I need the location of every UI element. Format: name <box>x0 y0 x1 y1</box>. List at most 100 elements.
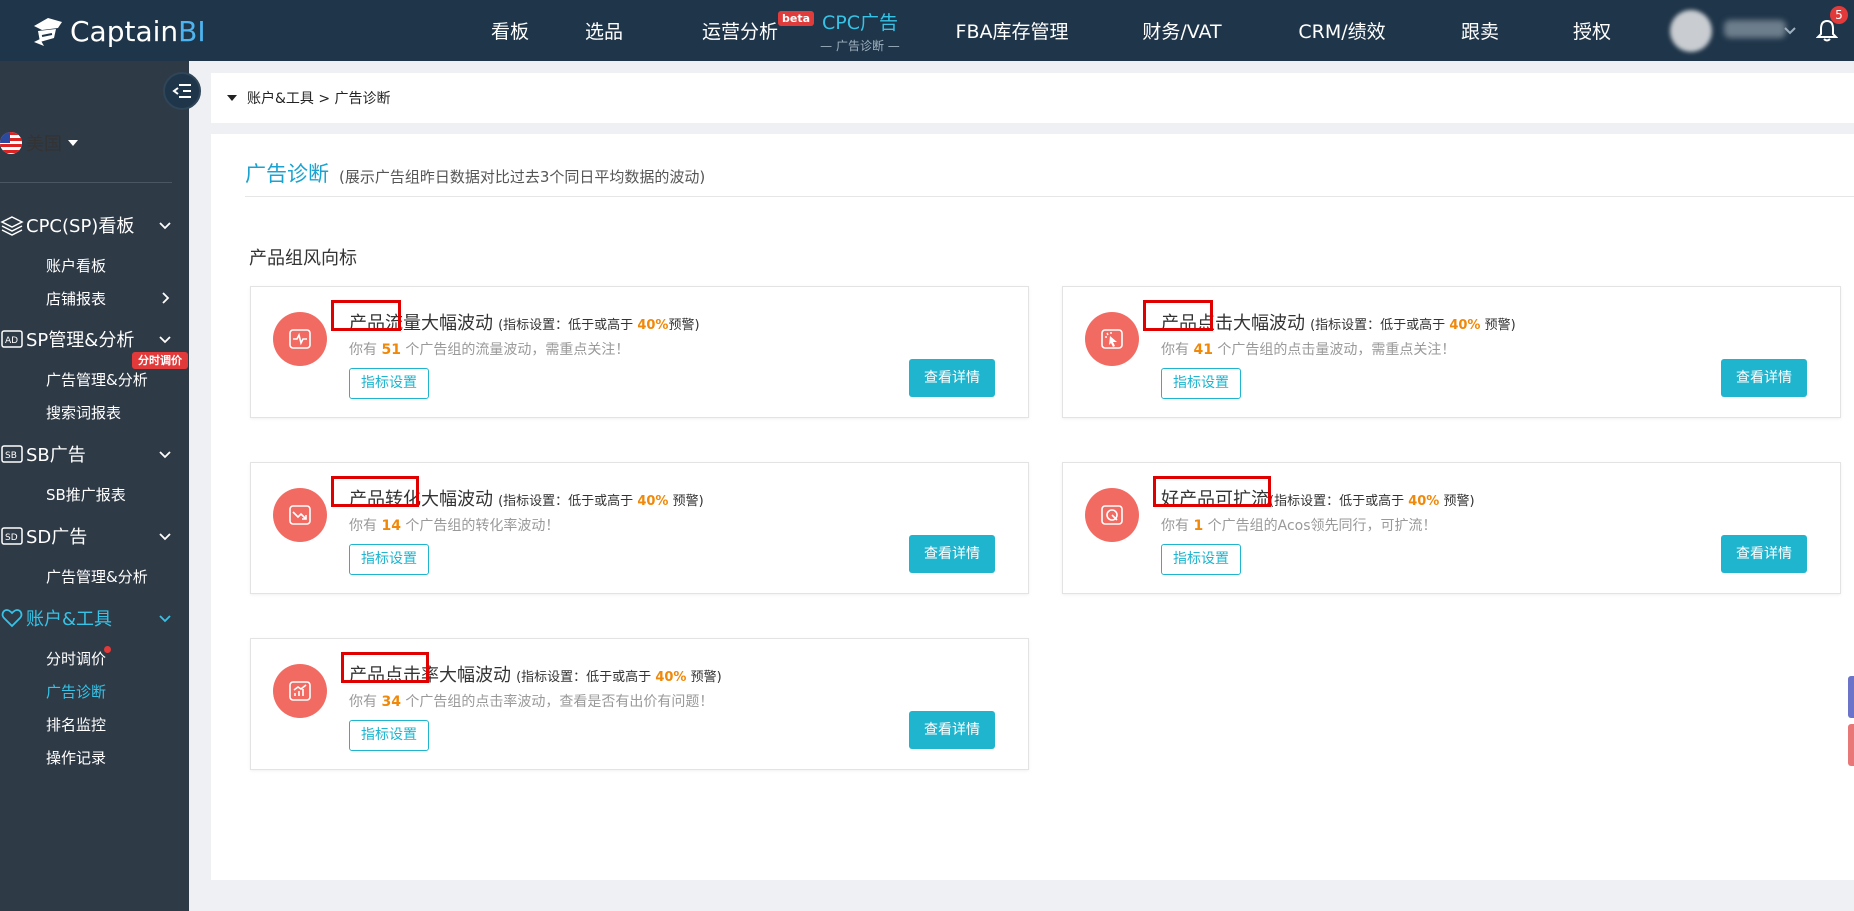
card-hint: (指标设置：低于或高于 40% 预警) <box>1269 494 1475 509</box>
nav-fba-inventory[interactable]: FBA库存管理 <box>952 0 1072 61</box>
sidebar-item-sd-ad-management[interactable]: 广告管理&分析 <box>46 566 148 587</box>
sidebar-item-time-bidding[interactable]: 分时调价 <box>46 648 106 669</box>
view-details-button[interactable]: 查看详情 <box>1721 535 1807 573</box>
sidebar-item-operation-log[interactable]: 操作记录 <box>46 747 106 768</box>
breadcrumb: 账户&工具 > 广告诊断 <box>211 73 1854 123</box>
sidebar-item-rank-monitor[interactable]: 排名监控 <box>46 714 106 735</box>
cursor-click-icon <box>1101 329 1123 349</box>
layers-icon <box>0 216 24 236</box>
floating-side-tab[interactable] <box>1848 724 1854 766</box>
us-flag-icon <box>0 132 22 154</box>
sidebar-item-store-report[interactable]: 店铺报表 <box>46 288 172 309</box>
card-hint: (指标设置：低于或高于 40%预警) <box>498 318 700 333</box>
title-divider <box>245 196 1854 197</box>
floating-side-tab[interactable] <box>1848 676 1854 718</box>
chevron-down-icon <box>159 222 171 230</box>
notification-badge: 5 <box>1830 6 1848 24</box>
view-details-button[interactable]: 查看详情 <box>909 535 995 573</box>
nav-product-selection[interactable]: 选品 <box>574 0 634 61</box>
sb-ad-icon: SB <box>1 445 23 463</box>
nav-operation-analysis[interactable]: 运营分析 beta <box>690 0 814 61</box>
card-conversion-fluctuation: 产品转化大幅波动 (指标设置：低于或高于 40% 预警) 你有 14 个广告组的… <box>250 462 1029 594</box>
card-description: 你有 51 个广告组的流量波动，需重点关注！ <box>349 342 630 358</box>
svg-text:SB: SB <box>5 451 17 461</box>
nav-authorization[interactable]: 授权 <box>1564 0 1620 61</box>
beta-badge: beta <box>777 11 814 26</box>
svg-text:SD: SD <box>5 533 18 543</box>
user-name-blurred[interactable] <box>1724 20 1786 38</box>
nav-finance-vat[interactable]: 财务/VAT <box>1132 0 1232 61</box>
highlight-box <box>331 476 419 507</box>
sidebar-item-search-term-report[interactable]: 搜索词报表 <box>46 402 121 423</box>
highlight-box <box>331 300 401 331</box>
caret-down-icon <box>68 140 78 146</box>
bar-chart-icon <box>289 681 311 701</box>
indicator-settings-button[interactable]: 指标设置 <box>349 368 429 399</box>
chevron-down-icon <box>159 451 171 459</box>
sidebar-section-account-tools[interactable]: 账户&工具 <box>0 605 172 631</box>
svg-text:AD: AD <box>5 336 18 346</box>
chevron-down-icon <box>159 615 171 623</box>
card-traffic-fluctuation: 产品流量大幅波动 (指标设置：低于或高于 40%预警) 你有 51 个广告组的流… <box>250 286 1029 418</box>
country-selector[interactable]: 美国 <box>0 130 78 156</box>
time-bidding-tag: 分时调价 <box>132 352 188 369</box>
nav-dashboard[interactable]: 看板 <box>470 0 550 61</box>
highlight-box <box>1153 476 1271 507</box>
sidebar-section-sb-ads[interactable]: SB SB广告 <box>0 441 172 467</box>
view-details-button[interactable]: 查看详情 <box>909 711 995 749</box>
indicator-settings-button[interactable]: 指标设置 <box>349 720 429 751</box>
group-title: 产品组风向标 <box>249 248 357 269</box>
indicator-settings-button[interactable]: 指标设置 <box>1161 544 1241 575</box>
sidebar-divider <box>0 182 172 183</box>
card-expandable-products: 好产品可扩流(指标设置：低于或高于 40% 预警) 你有 1 个广告组的Acos… <box>1062 462 1841 594</box>
card-hint: (指标设置：低于或高于 40% 预警) <box>1310 318 1516 333</box>
captain-hat-logo-icon <box>34 18 62 46</box>
sidebar-item-ad-management[interactable]: 广告管理&分析 <box>46 369 148 390</box>
card-ctr-fluctuation: 产品点击率大幅波动 (指标设置：低于或高于 40% 预警) 你有 34 个广告组… <box>250 638 1029 770</box>
sidebar-item-ad-diagnosis[interactable]: 广告诊断 <box>46 681 106 702</box>
indicator-settings-button[interactable]: 指标设置 <box>349 544 429 575</box>
card-description: 你有 1 个广告组的Acos领先同行，可扩流！ <box>1161 518 1437 534</box>
target-icon <box>1101 505 1123 525</box>
card-hint: (指标设置：低于或高于 40% 预警) <box>516 670 722 685</box>
nav-cpc-sub: — 广告诊断 — <box>820 38 900 53</box>
diagnosis-panel: 广告诊断 (展示广告组昨日数据对比过去3个同日平均数据的波动) 产品组风向标 产… <box>211 134 1854 880</box>
pulse-icon <box>289 329 311 349</box>
view-details-button[interactable]: 查看详情 <box>1721 359 1807 397</box>
chevron-down-icon[interactable] <box>1782 22 1798 38</box>
ad-analysis-icon: AD <box>1 330 23 348</box>
top-navbar: CaptainBI 看板 选品 运营分析 beta CPC广告 — 广告诊断 —… <box>0 0 1854 61</box>
logo[interactable]: CaptainBI <box>28 12 206 50</box>
card-description: 你有 34 个广告组的点击率波动，查看是否有出价有问题！ <box>349 694 714 710</box>
view-details-button[interactable]: 查看详情 <box>909 359 995 397</box>
heart-icon <box>1 609 23 628</box>
sidebar-collapse-button[interactable] <box>163 72 201 110</box>
sd-ad-icon: SD <box>1 527 23 545</box>
indicator-settings-button[interactable]: 指标设置 <box>1161 368 1241 399</box>
sidebar-section-sd-ads[interactable]: SD SD广告 <box>0 523 172 549</box>
page-title: 广告诊断 <box>245 162 329 186</box>
chevron-right-icon <box>162 292 170 304</box>
sidebar-section-cpc-sp-dashboard[interactable]: CPC(SP)看板 <box>0 212 172 238</box>
page-description: (展示广告组昨日数据对比过去3个同日平均数据的波动) <box>339 168 706 186</box>
nav-hijack[interactable]: 跟卖 <box>1452 0 1508 61</box>
new-indicator-dot <box>104 646 111 653</box>
chevron-down-icon <box>159 336 171 344</box>
sidebar-item-sb-report[interactable]: SB推广报表 <box>46 484 126 505</box>
brand-name: CaptainBI <box>70 14 206 48</box>
nav-cpc-ads[interactable]: CPC广告 — 广告诊断 — <box>810 0 910 61</box>
highlight-box <box>341 652 429 683</box>
country-label: 美国 <box>26 134 62 155</box>
user-avatar[interactable] <box>1670 10 1712 52</box>
caret-down-icon[interactable] <box>227 95 237 101</box>
collapse-menu-icon <box>172 84 191 98</box>
highlight-box <box>1143 300 1213 331</box>
breadcrumb-text[interactable]: 账户&工具 > 广告诊断 <box>247 88 391 108</box>
sidebar-section-sp-management[interactable]: AD SP管理&分析 <box>0 326 172 352</box>
sidebar-item-account-dashboard[interactable]: 账户看板 <box>46 255 106 276</box>
card-click-fluctuation: 产品点击大幅波动 (指标设置：低于或高于 40% 预警) 你有 41 个广告组的… <box>1062 286 1841 418</box>
chevron-down-icon <box>159 533 171 541</box>
nav-crm[interactable]: CRM/绩效 <box>1292 0 1392 61</box>
card-hint: (指标设置：低于或高于 40% 预警) <box>498 494 704 509</box>
card-description: 你有 14 个广告组的转化率波动！ <box>349 518 560 534</box>
